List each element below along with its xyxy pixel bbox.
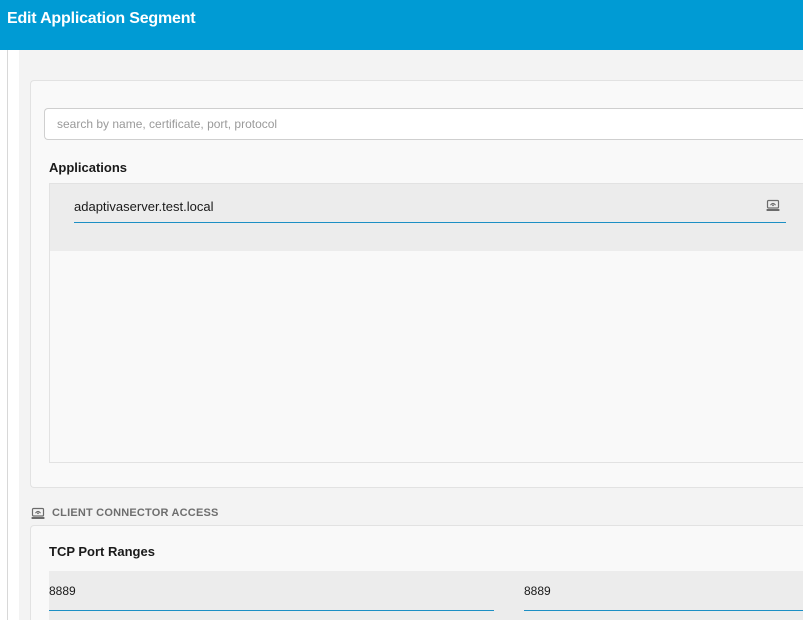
modal-title: Edit Application Segment: [7, 10, 196, 27]
left-divider: [7, 50, 8, 620]
client-connector-access-heading: CLIENT CONNECTOR ACCESS: [52, 507, 219, 519]
application-underline: [74, 222, 786, 223]
tcp-port-ranges-label: TCP Port Ranges: [49, 544, 155, 559]
client-connector-icon[interactable]: [766, 199, 780, 212]
applications-label: Applications: [49, 160, 128, 175]
port-range-end-input[interactable]: [524, 571, 803, 611]
list-item[interactable]: adaptivaserver.test.local: [50, 184, 803, 251]
search-input[interactable]: [44, 108, 803, 140]
client-connector-icon: [31, 507, 45, 520]
port-range-start-input[interactable]: [49, 571, 494, 611]
modal-header: Edit Application Segment: [0, 0, 803, 50]
application-name: adaptivaserver.test.local: [74, 199, 214, 214]
applications-list: adaptivaserver.test.local: [49, 183, 803, 463]
tcp-port-range-row: [49, 571, 803, 620]
